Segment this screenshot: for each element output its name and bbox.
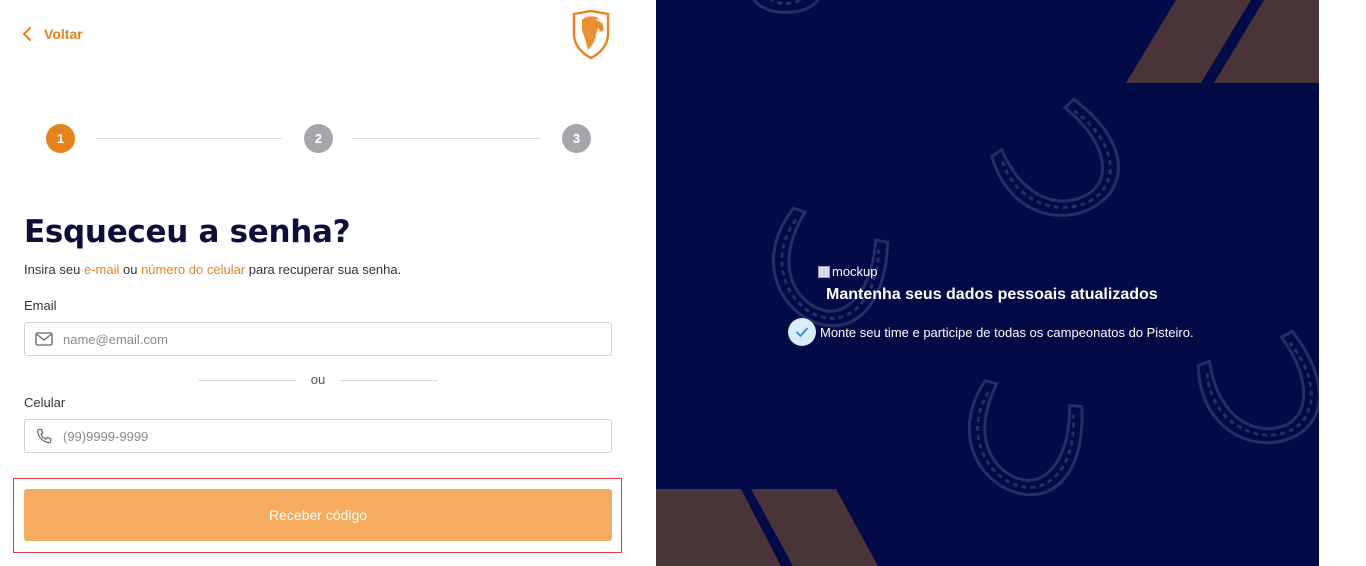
email-label: Email [24,298,57,313]
check-icon [788,318,816,346]
step-1: 1 [46,124,75,153]
phone-icon [36,428,52,444]
subtitle-text: para recuperar sua senha. [245,262,402,277]
step-connector [96,138,282,139]
or-divider: ou [198,372,438,390]
progress-stepper: 1 2 3 [46,124,592,154]
horseshoe-icon [990,97,1120,217]
envelope-icon [35,332,53,346]
back-label: Voltar [44,26,83,42]
feature-item: Monte seu time e participe de todas os c… [788,318,1194,346]
email-field[interactable] [24,322,612,356]
chevron-left-icon [22,27,31,41]
form-panel: Voltar 1 2 3 Esqueceu a senha? Insira se… [0,0,656,566]
or-label: ou [310,372,326,387]
horse-shield-logo [572,10,610,60]
step-3: 3 [562,124,591,153]
divider-line [340,380,438,381]
page-title: Esqueceu a senha? [24,214,351,250]
page-margin [1319,0,1366,566]
phone-input[interactable] [63,428,603,444]
step-connector [353,138,540,139]
feature-text: Monte seu time e participe de todas os c… [820,324,1194,340]
step-2: 2 [304,124,333,153]
subtitle-text: Insira seu [24,262,84,277]
receive-code-button[interactable]: Receber código [24,489,612,541]
subtitle-phone-highlight: número do celular [141,262,246,277]
promo-title: Mantenha seus dados pessoais atualizados [826,286,1158,303]
subtitle-email-highlight: e-mail [83,262,120,277]
mockup-alt-text: mockup [832,264,878,279]
horseshoe-background [656,0,1319,566]
back-link[interactable]: Voltar [22,26,83,42]
mockup-image: mockup [818,264,878,279]
divider-line [198,380,296,381]
phone-label: Celular [24,395,66,410]
horseshoe-icon [1196,329,1319,445]
subtitle-text: ou [119,262,142,277]
phone-field[interactable] [24,419,612,453]
page-subtitle: Insira seu e-mail ou número do celular p… [24,262,401,277]
horseshoe-icon [967,378,1084,497]
promo-panel: mockup Mantenha seus dados pessoais atua… [656,0,1319,566]
broken-image-icon [818,265,830,278]
horseshoe-icon [752,0,820,14]
email-input[interactable] [63,331,603,347]
